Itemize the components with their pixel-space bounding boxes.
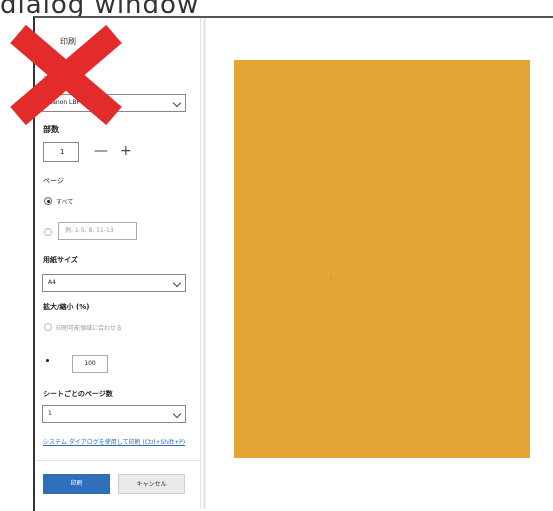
plus-icon[interactable]: + bbox=[120, 144, 132, 158]
print-button[interactable]: 印刷 bbox=[43, 474, 110, 494]
system-dialog-link[interactable]: システム ダイアログを使用して印刷 (Ctrl+Shift+P) bbox=[43, 437, 185, 446]
minus-icon[interactable]: — bbox=[94, 144, 108, 158]
preview-mark: | bbox=[330, 276, 333, 283]
scale-custom-radio[interactable] bbox=[44, 357, 52, 365]
footer-divider bbox=[35, 460, 200, 461]
copies-input[interactable]: 1 bbox=[43, 142, 79, 162]
cancel-button[interactable]: キャンセル bbox=[118, 474, 185, 494]
paper-size-value: A4 bbox=[48, 279, 56, 286]
preview-page bbox=[234, 60, 530, 458]
pages-range-input[interactable]: 例: 1-5, 8, 11-13 bbox=[58, 222, 137, 240]
pages-label: ページ bbox=[43, 177, 64, 185]
scale-fit-radio[interactable] bbox=[44, 323, 52, 331]
pages-all-label: すべて bbox=[56, 199, 74, 206]
scale-label: 拡大/縮小 (%) bbox=[43, 303, 90, 311]
chevron-down-icon bbox=[172, 98, 182, 108]
chevron-down-icon bbox=[172, 409, 182, 419]
scale-input[interactable]: 100 bbox=[72, 355, 108, 373]
paper-size-select[interactable]: A4 bbox=[42, 274, 186, 292]
scale-fit-label: 印刷可能領域に合わせる bbox=[56, 325, 123, 332]
chevron-down-icon bbox=[172, 278, 182, 288]
pages-all-radio[interactable] bbox=[44, 197, 52, 205]
paper-size-label: 用紙サイズ bbox=[43, 256, 78, 264]
pages-range-radio[interactable] bbox=[44, 228, 52, 236]
pages-per-sheet-select[interactable]: 1 bbox=[42, 405, 186, 423]
pages-per-sheet-label: シートごとのページ数 bbox=[43, 390, 113, 398]
pages-per-sheet-value: 1 bbox=[48, 410, 52, 417]
red-cross-icon bbox=[10, 24, 122, 126]
